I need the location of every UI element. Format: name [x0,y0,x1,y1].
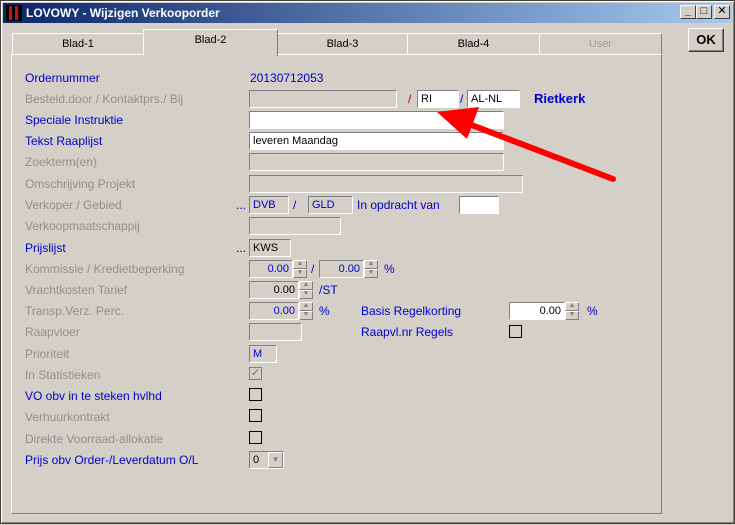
omschrijving-projekt-field[interactable] [249,175,523,193]
tab-blad-4[interactable]: Blad-4 [407,33,540,55]
spin-up-icon[interactable]: ▲ [299,302,313,311]
prioriteit-label: Prioriteit [25,347,70,361]
krediet-spinner[interactable]: ▲ ▼ [364,260,378,278]
prijs-obv-label: Prijs obv Order-/Leverdatum O/L [25,453,199,467]
kommissie-percent: % [384,262,395,276]
raapvloer-label: Raapvloer [25,325,80,339]
slash-separator-3: / [293,198,297,212]
raapvl-regels-checkbox[interactable] [509,325,522,338]
kommissie-spinner[interactable]: ▲ ▼ [293,260,307,278]
slash-separator: / [408,92,412,106]
ordernummer-label: Ordernummer [25,71,100,85]
raapvloer-field[interactable] [249,323,302,341]
gebied-field[interactable]: GLD [308,196,353,214]
raapvl-regels-label: Raapvl.nr Regels [361,325,454,339]
prijs-obv-select[interactable]: 0 ▼ [249,451,284,469]
direkte-voorraad-label: Direkte Voorraad-allokatie [25,432,164,446]
window-title: LOVOWY - Wijzigen Verkooporder [26,6,220,20]
spin-down-icon[interactable]: ▼ [364,269,378,278]
kommissie-label: Kommissie / Kredietbeperking [25,262,185,276]
tab-user[interactable]: User [539,33,662,55]
in-statistieken-label: In Statistieken [25,368,101,382]
verkoopmaatschappij-label: Verkoopmaatschappij [25,219,140,233]
vrachtkosten-label: Vrachtkosten Tarief [25,283,128,297]
transp-verz-field[interactable]: 0.00 [249,302,299,320]
speciale-instruktie-label: Speciale Instruktie [25,113,124,127]
spin-up-icon[interactable]: ▲ [364,260,378,269]
kontaktpersoon-field[interactable]: RI [417,90,459,108]
basis-regelkorting-input[interactable]: 0.00 [509,302,565,320]
slash-separator-2: / [460,92,464,106]
besteld-door-label: Besteld.door / Kontaktprs./ Bij [25,92,184,106]
tekst-raaplijst-label: Tekst Raaplijst [25,134,103,148]
customer-name: Rietkerk [534,91,586,106]
direkte-voorraad-checkbox[interactable] [249,431,262,444]
tekst-raaplijst-input[interactable]: leveren Maandag [249,132,504,150]
tab-blad-2[interactable]: Blad-2 [143,29,278,56]
in-statistieken-checkbox[interactable]: ✓ [249,367,262,380]
spin-up-icon[interactable]: ▲ [293,260,307,269]
maximize-button[interactable]: □ [696,5,712,19]
vrachtkosten-field[interactable]: 0.00 [249,281,299,299]
tab-blad-1[interactable]: Blad-1 [12,33,144,55]
spin-down-icon[interactable]: ▼ [299,311,313,320]
vo-obv-label: VO obv in te steken hvlhd [25,389,162,403]
prioriteit-field[interactable]: M [249,345,277,363]
app-icon [6,5,22,21]
zoekterm-label: Zoekterm(en) [25,155,98,169]
basis-spinner[interactable]: ▲ ▼ [565,302,579,320]
prijslijst-label: Prijslijst [25,241,66,255]
besteld-door-field[interactable] [249,90,397,108]
spin-down-icon[interactable]: ▼ [293,269,307,278]
vracht-spinner[interactable]: ▲ ▼ [299,281,313,299]
title-bar[interactable]: LOVOWY - Wijzigen Verkooporder _ □ ✕ [3,3,732,23]
zoekterm-field[interactable] [249,153,504,171]
spin-down-icon[interactable]: ▼ [565,311,579,320]
omschrijving-projekt-label: Omschrijving Projekt [25,177,136,191]
spin-up-icon[interactable]: ▲ [565,302,579,311]
verkoper-gebied-label: Verkoper / Gebied [25,198,122,212]
kommissie-field[interactable]: 0.00 [249,260,293,278]
transp-percent: % [319,304,330,318]
prijslijst-lookup-ellipsis[interactable]: ... [236,241,246,255]
vo-obv-checkbox[interactable] [249,388,262,401]
basis-regelkorting-label: Basis Regelkorting [361,304,462,318]
ok-button[interactable]: OK [688,28,724,52]
close-button[interactable]: ✕ [714,5,730,19]
spin-up-icon[interactable]: ▲ [299,281,313,290]
verkoopmaatschappij-field[interactable] [249,217,341,235]
verhuurkontrakt-label: Verhuurkontrakt [25,410,110,424]
speciale-instruktie-input[interactable] [249,111,504,129]
chevron-down-icon[interactable]: ▼ [268,452,283,468]
app-window: LOVOWY - Wijzigen Verkooporder _ □ ✕ OK … [0,0,735,524]
transp-verz-label: Transp.Verz. Perc. [25,304,124,318]
tab-blad-3[interactable]: Blad-3 [277,33,408,55]
bij-field[interactable]: AL-NL [467,90,520,108]
basis-percent: % [587,304,598,318]
vrachtkosten-unit: /ST [319,283,338,297]
transp-spinner[interactable]: ▲ ▼ [299,302,313,320]
in-opdracht-van-input[interactable] [459,196,499,214]
prijslijst-field[interactable]: KWS [249,239,291,257]
verkoper-lookup-ellipsis[interactable]: ... [236,198,246,212]
verkoper-field[interactable]: DVB [249,196,289,214]
slash-separator-4: / [311,262,315,276]
verhuurkontrakt-checkbox[interactable] [249,409,262,422]
in-opdracht-van-label: In opdracht van [357,198,440,212]
kredietbeperking-field[interactable]: 0.00 [319,260,364,278]
prijs-obv-selected: 0 [253,454,260,466]
spin-down-icon[interactable]: ▼ [299,290,313,299]
ordernummer-value: 20130712053 [250,71,324,85]
minimize-button[interactable]: _ [680,5,696,19]
